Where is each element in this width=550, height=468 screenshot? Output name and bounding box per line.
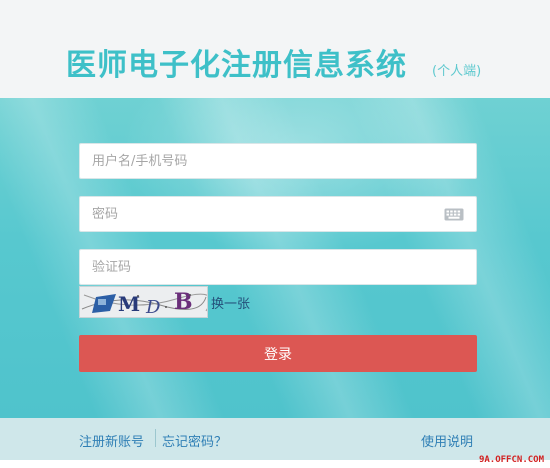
header: 医师电子化注册信息系统 (个人端) [0, 0, 550, 98]
forgot-password-link[interactable]: 忘记密码？ [162, 431, 227, 450]
page-title: 医师电子化注册信息系统 [66, 48, 407, 83]
page-subtitle: (个人端) [432, 64, 482, 79]
captcha-char: M [118, 292, 140, 316]
footer: 注册新账号 忘记密码？ 使用说明 [0, 418, 550, 460]
captcha-image[interactable]: M D B [79, 286, 208, 318]
captcha-input[interactable] [80, 250, 432, 284]
captcha-char: B [174, 289, 193, 315]
keyboard-icon[interactable] [444, 208, 464, 221]
help-link[interactable]: 使用说明 [421, 431, 473, 450]
link-divider [155, 429, 156, 447]
watermark: 9A.OFFCN.COM [478, 455, 544, 465]
username-field[interactable] [79, 143, 477, 179]
register-link[interactable]: 注册新账号 [79, 431, 144, 450]
watermark-strip [0, 460, 550, 468]
password-input[interactable] [80, 197, 432, 231]
captcha-field[interactable] [79, 249, 477, 285]
captcha-char: D [145, 297, 161, 317]
captcha-refresh-link[interactable]: 换一张 [211, 293, 250, 312]
password-field[interactable] [79, 196, 477, 232]
username-input[interactable] [80, 144, 432, 178]
login-button[interactable]: 登录 [79, 335, 477, 372]
